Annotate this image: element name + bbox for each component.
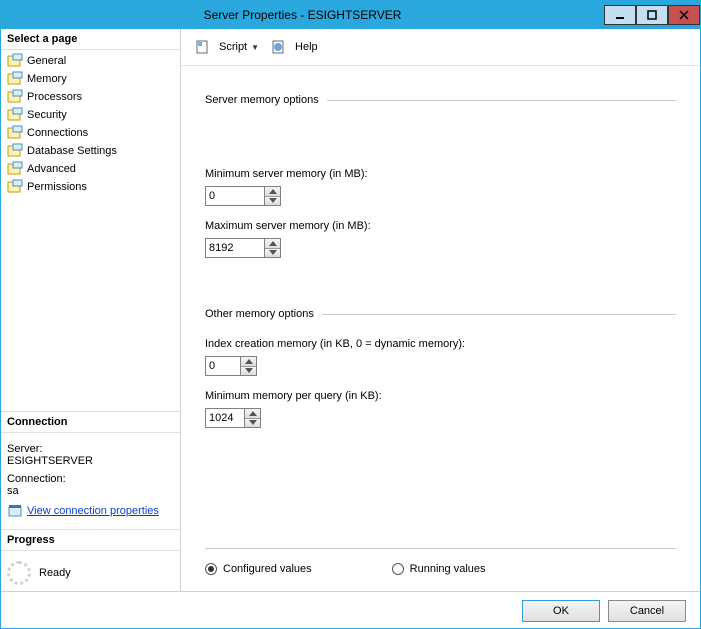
spin-down-button[interactable] [265,197,280,206]
minimize-button[interactable] [604,5,636,25]
progress-group: Progress Ready [1,529,180,591]
max-server-memory-label: Maximum server memory (in MB): [205,220,676,232]
main-content: Server memory options Minimum server mem… [181,66,700,591]
radio-icon [205,563,217,575]
section-server-memory: Server memory options [205,94,319,106]
progress-spinner-icon [7,561,31,585]
page-list: General Memory Processors Security Conne… [1,50,180,198]
toolbar: Script ▼ Help [181,29,700,66]
content-area: Select a page General Memory Processors … [1,29,700,591]
min-server-memory-label: Minimum server memory (in MB): [205,168,676,180]
spin-up-button[interactable] [265,239,280,249]
help-button[interactable]: Help [267,37,322,57]
spin-down-button[interactable] [245,419,260,428]
min-memory-per-query-label: Minimum memory per query (in KB): [205,390,676,402]
left-panel: Select a page General Memory Processors … [1,29,181,591]
properties-icon [7,503,23,519]
page-item-permissions[interactable]: Permissions [1,178,180,196]
window-controls [604,5,700,25]
titlebar: Server Properties - ESIGHTSERVER [1,1,700,29]
spin-up-button[interactable] [245,409,260,419]
cancel-button[interactable]: Cancel [608,600,686,622]
help-label: Help [295,41,318,53]
dialog-window: Server Properties - ESIGHTSERVER Select … [0,0,701,629]
page-icon [7,125,23,141]
spin-up-button[interactable] [265,187,280,197]
page-label: Memory [27,73,67,85]
page-icon [7,179,23,195]
spin-down-button[interactable] [241,367,256,376]
link-text: View connection properties [27,505,159,517]
min-server-memory-input[interactable] [205,186,676,206]
script-icon [195,39,211,55]
page-item-security[interactable]: Security [1,106,180,124]
page-label: Database Settings [27,145,117,157]
page-label: Advanced [27,163,76,175]
select-page-header: Select a page [1,29,180,50]
window-title: Server Properties - ESIGHTSERVER [1,8,604,22]
running-values-radio[interactable]: Running values [392,563,486,575]
maximize-button[interactable] [636,5,668,25]
connection-header: Connection [1,412,180,433]
page-icon [7,143,23,159]
connection-value: sa [7,485,174,497]
connection-label: Connection: [7,473,174,485]
progress-header: Progress [1,530,180,551]
min-server-memory-field[interactable] [205,186,265,206]
section-other-memory: Other memory options [205,308,314,320]
server-label: Server: [7,443,174,455]
page-icon [7,107,23,123]
help-icon [271,39,287,55]
page-icon [7,71,23,87]
page-label: Connections [27,127,88,139]
script-button[interactable]: Script ▼ [191,37,263,57]
page-label: Processors [27,91,82,103]
max-server-memory-input[interactable] [205,238,676,258]
page-item-connections[interactable]: Connections [1,124,180,142]
min-memory-per-query-input[interactable] [205,408,676,428]
server-value: ESIGHTSERVER [7,455,174,467]
spin-down-button[interactable] [265,249,280,258]
script-label: Script [219,41,247,53]
running-values-label: Running values [410,563,486,575]
progress-status: Ready [39,567,71,579]
page-icon [7,89,23,105]
max-server-memory-field[interactable] [205,238,265,258]
view-connection-properties-link[interactable]: View connection properties [7,503,174,519]
page-item-database-settings[interactable]: Database Settings [1,142,180,160]
min-memory-per-query-field[interactable] [205,408,245,428]
close-button[interactable] [668,5,700,25]
index-creation-memory-label: Index creation memory (in KB, 0 = dynami… [205,338,676,350]
page-item-processors[interactable]: Processors [1,88,180,106]
chevron-down-icon: ▼ [251,43,259,52]
page-icon [7,53,23,69]
configured-values-label: Configured values [223,563,312,575]
page-item-advanced[interactable]: Advanced [1,160,180,178]
spin-up-button[interactable] [241,357,256,367]
ok-button[interactable]: OK [522,600,600,622]
page-item-memory[interactable]: Memory [1,70,180,88]
page-label: Permissions [27,181,87,193]
page-item-general[interactable]: General [1,52,180,70]
page-icon [7,161,23,177]
dialog-footer: OK Cancel [1,591,700,629]
index-creation-memory-field[interactable] [205,356,241,376]
index-creation-memory-input[interactable] [205,356,676,376]
page-label: Security [27,109,67,121]
radio-icon [392,563,404,575]
configured-values-radio[interactable]: Configured values [205,563,312,575]
right-panel: Script ▼ Help Server memory options Mini… [181,29,700,591]
page-label: General [27,55,66,67]
connection-group: Connection Server: ESIGHTSERVER Connecti… [1,411,180,529]
